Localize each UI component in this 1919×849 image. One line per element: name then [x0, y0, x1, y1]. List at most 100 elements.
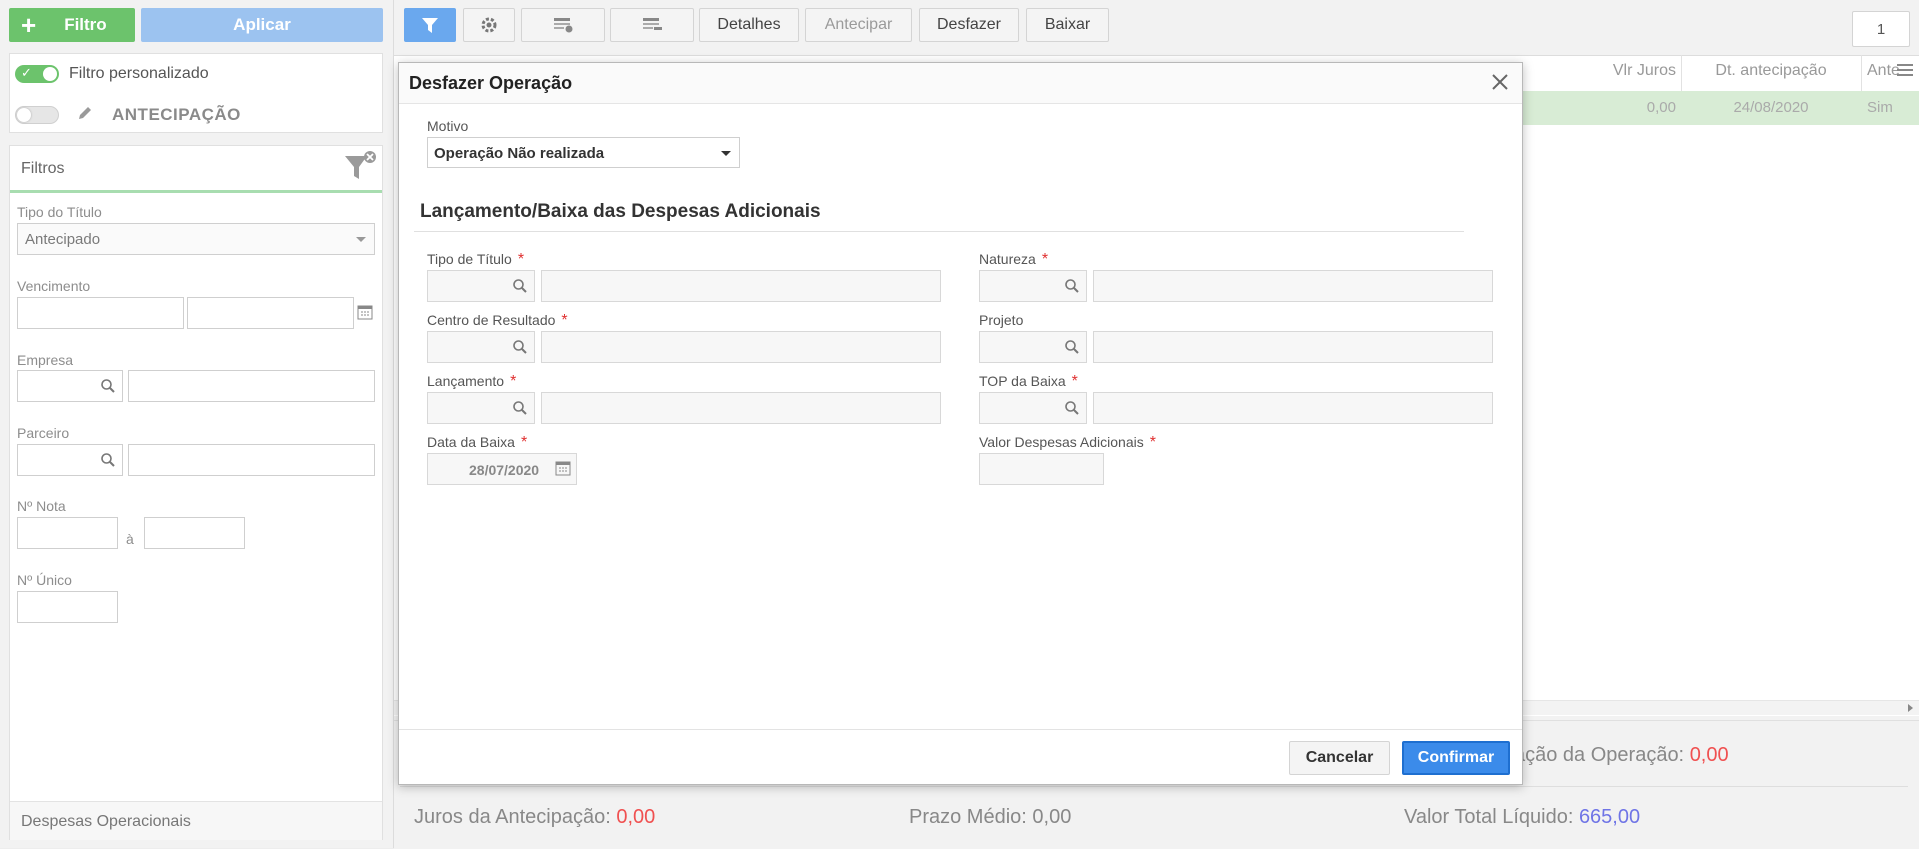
add-filter-label: Filtro [64, 15, 107, 34]
empresa-code-input[interactable] [17, 370, 123, 402]
projeto-desc-input[interactable] [1093, 331, 1493, 363]
summary-total: Valor Total Líquido: 665,00 [1404, 806, 1640, 829]
tipo-titulo-label-text: Tipo de Título [427, 251, 512, 267]
valor-despesas-input[interactable] [979, 453, 1104, 485]
custom-filter-toggle[interactable]: ✓ [15, 65, 59, 83]
natureza-code-input[interactable] [979, 270, 1087, 302]
desfazer-button[interactable]: Desfazer [919, 8, 1019, 42]
confirm-button[interactable]: Confirmar [1402, 741, 1510, 775]
summary-prazo-label: Prazo Médio: [909, 806, 1027, 828]
summary-total-label: Valor Total Líquido: [1404, 806, 1574, 828]
top-baixa-label-text: TOP da Baixa [979, 373, 1066, 389]
grid-header-dt-antecipacao[interactable]: Dt. antecipação [1686, 62, 1856, 80]
tipo-titulo-select[interactable]: Antecipado [17, 223, 375, 255]
search-icon[interactable] [1064, 400, 1080, 416]
top-baixa-desc-input[interactable] [1093, 392, 1493, 424]
antecipar-button[interactable]: Antecipar [805, 8, 912, 42]
required-mark: * [517, 251, 525, 268]
summary-juros: Juros da Antecipação: 0,00 [414, 806, 655, 829]
grid-cell-dt-antecipacao: 24/08/2020 [1733, 99, 1809, 116]
modal-footer-divider [399, 729, 1522, 730]
search-icon[interactable] [100, 378, 116, 394]
natureza-label-text: Natureza [979, 251, 1036, 267]
summary-juros-value: 0,00 [616, 806, 656, 828]
required-mark: * [520, 434, 528, 451]
lancamento-code-input[interactable] [427, 392, 535, 424]
natureza-desc-input[interactable] [1093, 270, 1493, 302]
chevron-down-icon [356, 237, 366, 242]
grid-cell-vlr-juros: 0,00 [1646, 99, 1676, 116]
unico-input[interactable] [17, 591, 118, 623]
section-divider [414, 231, 1464, 232]
modal-dialog: Desfazer Operação Motivo Operação Não re… [398, 62, 1523, 785]
valor-despesas-label: Valor Despesas Adicionais * [979, 434, 1156, 452]
centro-desc-input[interactable] [541, 331, 941, 363]
calendar-icon[interactable] [555, 460, 571, 476]
pencil-icon[interactable] [76, 104, 94, 125]
top-baixa-code-input[interactable] [979, 392, 1087, 424]
custom-filter-label: Filtro personalizado [69, 65, 209, 82]
projeto-label: Projeto [979, 312, 1024, 328]
search-icon[interactable] [1064, 278, 1080, 294]
valor-despesas-label-text: Valor Despesas Adicionais [979, 434, 1144, 450]
filter-toggle-button[interactable] [404, 8, 456, 42]
baixar-button[interactable]: Baixar [1026, 8, 1109, 42]
parceiro-code-input[interactable] [17, 444, 123, 476]
vencimento-label: Vencimento [17, 278, 91, 294]
tipo-titulo-code-input[interactable] [427, 270, 535, 302]
centro-label-text: Centro de Resultado [427, 312, 556, 328]
clear-filter-icon[interactable] [342, 149, 378, 186]
grid-cell-ante: Sim [1867, 99, 1893, 116]
data-baixa-input[interactable]: 28/07/2020 [427, 453, 577, 485]
search-icon[interactable] [1064, 339, 1080, 355]
grid-header-vlr-juros[interactable]: Vlr Juros [1560, 62, 1676, 80]
parceiro-name-input[interactable] [128, 444, 375, 476]
search-icon[interactable] [512, 339, 528, 355]
cancel-button[interactable]: Cancelar [1289, 741, 1390, 775]
calendar-icon[interactable] [357, 304, 373, 323]
nota-separator: à [126, 531, 134, 547]
data-baixa-label: Data da Baixa * [427, 434, 527, 452]
summary-operacao-label: ação da Operação: [1514, 744, 1685, 766]
search-icon[interactable] [100, 452, 116, 468]
close-icon[interactable] [1489, 71, 1511, 96]
empresa-name-input[interactable] [128, 370, 375, 402]
data-baixa-value: 28/07/2020 [469, 462, 540, 478]
required-mark: * [561, 312, 568, 329]
search-icon[interactable] [512, 400, 528, 416]
nota-start-input[interactable] [17, 517, 118, 549]
nota-end-input[interactable] [144, 517, 245, 549]
filters-title: Filtros [21, 160, 65, 177]
section-title: Lançamento/Baixa das Despesas Adicionais [420, 201, 821, 222]
required-mark: * [1041, 251, 1049, 268]
settings-button[interactable] [463, 8, 515, 42]
column-menu-icon[interactable] [1897, 64, 1913, 76]
projeto-code-input[interactable] [979, 331, 1087, 363]
tipo-titulo-desc-input[interactable] [541, 270, 941, 302]
table-config-button[interactable] [521, 8, 605, 42]
antecipacao-toggle[interactable] [15, 106, 59, 124]
vencimento-end-input[interactable] [187, 297, 354, 329]
page-number-box[interactable]: 1 [1852, 11, 1910, 47]
chevron-right-icon[interactable] [1908, 704, 1913, 712]
lancamento-desc-input[interactable] [541, 392, 941, 424]
vencimento-start-input[interactable] [17, 297, 184, 329]
table-remove-icon [643, 18, 662, 30]
summary-operacao: ação da Operação: 0,00 [1514, 744, 1729, 767]
add-filter-button[interactable]: + Filtro [9, 8, 135, 42]
search-icon[interactable] [512, 278, 528, 294]
grid-header-ante[interactable]: Ante [1867, 62, 1900, 80]
check-icon: ✓ [21, 65, 32, 80]
detalhes-button[interactable]: Detalhes [699, 8, 799, 42]
gear-icon [481, 17, 497, 33]
table-export-button[interactable] [610, 8, 694, 42]
toggle-knob [17, 108, 31, 122]
despesas-operacionais-section[interactable]: Despesas Operacionais [10, 801, 382, 840]
empresa-label: Empresa [17, 352, 74, 368]
lancamento-label: Lançamento * [427, 373, 516, 391]
apply-button[interactable]: Aplicar [141, 8, 383, 42]
centro-code-input[interactable] [427, 331, 535, 363]
motivo-select[interactable]: Operação Não realizada [427, 137, 740, 168]
summary-operacao-value: 0,00 [1689, 744, 1729, 766]
antecipacao-label: ANTECIPAÇÃO [112, 105, 241, 124]
